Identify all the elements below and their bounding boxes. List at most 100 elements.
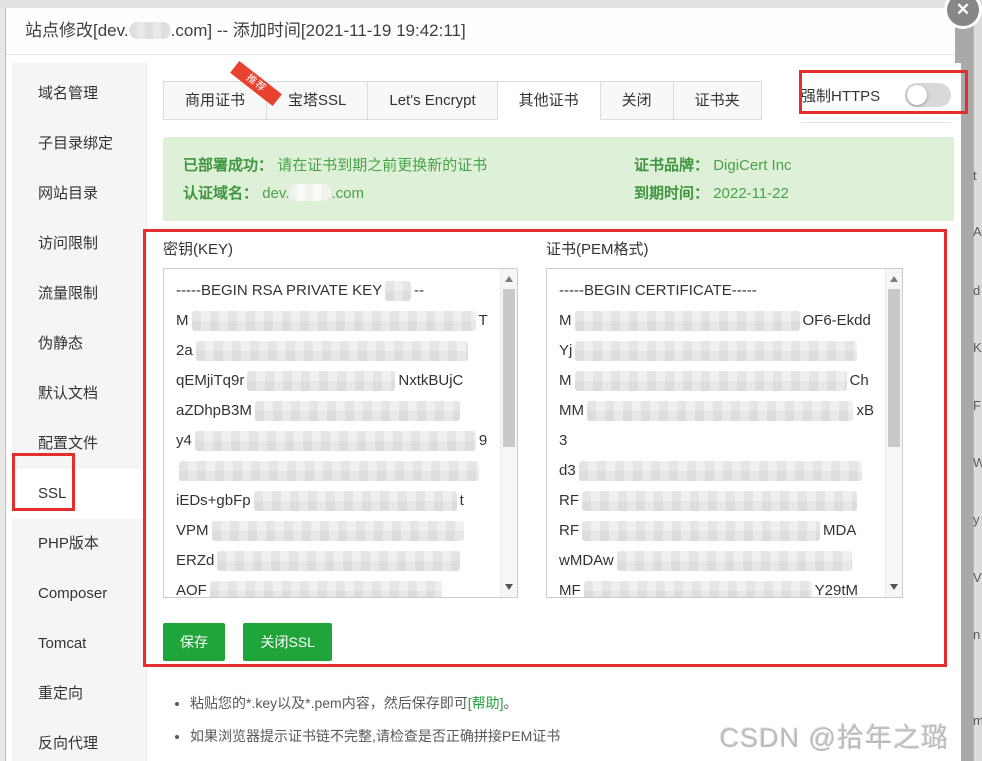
sidebar-item-composer[interactable]: Composer [12,569,146,619]
toggle-knob-icon [907,85,927,105]
pem-line-text: M [559,312,572,329]
censor-blur [209,581,442,597]
censor-blur [217,551,461,571]
censor-blur [253,491,457,511]
key-line-text: -----BEGIN RSA PRIVATE KEY [176,282,383,299]
edge-text-fragment: A [973,224,982,239]
censor-blur [195,341,468,361]
pem-line-text: RF [559,492,579,509]
tab-lets-encrypt[interactable]: Let's Encrypt [367,81,498,120]
sidebar-item-rewrite[interactable]: 伪静态 [12,319,146,369]
edge-text-fragment: y [973,512,980,527]
edge-text-fragment: n [973,627,981,642]
censor-blur [211,521,464,541]
censored-domain-blur [128,22,171,39]
edge-text-fragment: W [973,455,982,470]
deploy-status-banner: 已部署成功： 请在证书到期之前更换新的证书 认证域名： dev. .com 证书品… [163,137,954,221]
censor-blur [616,551,852,571]
sidebar-item-reverse-proxy[interactable]: 反向代理 [12,719,146,761]
sidebar-item-tomcat[interactable]: Tomcat [12,619,146,669]
key-line-text: aZDhpB3M [176,402,252,419]
close-ssl-button[interactable]: 关闭SSL [243,623,332,661]
sidebar-item-redirect[interactable]: 重定向 [12,669,146,719]
censored-domain-blur [289,184,332,201]
key-label: 密钥(KEY) [163,241,234,258]
censor-blur [578,461,862,481]
censor-blur [587,401,854,421]
edge-text-fragment: m [973,713,982,728]
save-button[interactable]: 保存 [163,623,225,661]
key-line-text: qEMjiTq9r [176,372,245,389]
scrollbar-thumb[interactable] [503,289,515,447]
key-line-text: M [176,312,189,329]
page-scrollbar-strip[interactable] [973,0,982,761]
action-buttons: 保存 关闭SSL [163,623,961,661]
ssl-panel: 商用证书 推荐 宝塔SSL Let's Encrypt 其他证书 关闭 证书夹 … [147,60,961,761]
textarea-scrollbar[interactable] [885,269,902,597]
censor-blur [583,581,812,597]
site-edit-dialog: 站点修改[dev. .com] -- 添加时间[2021-11-19 19:42:… [6,8,961,761]
dialog-title: 站点修改[dev. .com] -- 添加时间[2021-11-19 19:42:… [6,8,955,55]
pem-line-text: Y29tM [814,582,859,598]
private-key-textarea[interactable]: -----BEGIN RSA PRIVATE KEY -- M T 2a qEMji… [163,268,518,598]
dialog-title-prefix: 站点修改[dev. [25,21,129,40]
censor-blur [191,311,476,331]
scroll-down-icon[interactable] [890,584,898,590]
edge-text-fragment: V [973,570,982,585]
pem-label: 证书(PEM格式) [546,241,649,258]
pem-line-text: Yj [559,342,573,359]
force-https-toggle[interactable] [905,83,951,107]
sidebar-item-site-directory[interactable]: 网站目录 [12,169,146,219]
sidebar-item-ssl[interactable]: SSL [12,469,146,519]
sidebar-item-access-limit[interactable]: 访问限制 [12,219,146,269]
cert-brand-label: 证书品牌： [634,157,710,174]
scroll-down-icon[interactable] [505,584,513,590]
sidebar-item-php-version[interactable]: PHP版本 [12,519,146,569]
sidebar-item-config-file[interactable]: 配置文件 [12,419,146,469]
textarea-scrollbar[interactable] [500,269,517,597]
censor-blur [254,401,460,421]
censor-blur [247,371,396,391]
note-suffix: 。 [503,695,518,711]
pem-line-text: 3 [559,432,568,449]
censor-blur [194,431,476,451]
tab-baota-ssl[interactable]: 宝塔SSL [266,81,369,120]
scroll-up-icon[interactable] [890,276,898,282]
note-text: 如果浏览器提示证书链不完整,请检查是否正确拼接PEM证书 [190,728,561,744]
key-line-text: t [459,492,464,509]
scroll-up-icon[interactable] [505,276,513,282]
expire-time-value: 2022-11-22 [713,185,789,202]
sidebar: 域名管理 子目录绑定 网站目录 访问限制 流量限制 伪静态 默认文档 配置文件 … [12,63,147,761]
sidebar-item-traffic-limit[interactable]: 流量限制 [12,269,146,319]
help-link[interactable]: [帮助] [468,695,504,711]
key-line-text: T [478,312,488,329]
censor-blur [179,461,479,481]
censor-blur [575,341,858,361]
auth-domain-suffix: .com [331,185,364,202]
pem-line-text: -----BEGIN CERTIFICATE----- [559,282,757,299]
tab-label: 商用证书 [185,92,246,109]
pem-line-text: MDA [823,522,857,539]
tab-cert-folder[interactable]: 证书夹 [672,81,762,120]
pem-line-text: RF [559,522,579,539]
tab-commercial-cert[interactable]: 商用证书 推荐 [163,60,282,120]
tab-other-cert[interactable]: 其他证书 [496,81,601,120]
key-line-text: 9 [478,432,488,449]
certificate-pem-textarea[interactable]: -----BEGIN CERTIFICATE----- M OF6-Ekdd Yj… [546,268,903,598]
sidebar-item-default-doc[interactable]: 默认文档 [12,369,146,419]
deployed-label: 已部署成功： [183,157,274,174]
scrollbar-thumb[interactable] [888,289,900,447]
expire-time-label: 到期时间： [634,185,710,202]
sidebar-item-domain-manage[interactable]: 域名管理 [12,69,146,119]
key-line-text: iEDs+gbFp [176,492,251,509]
key-line-text: y4 [176,432,192,449]
edge-text-fragment: K [973,340,982,355]
force-https-block: 强制HTTPS [801,83,951,123]
tab-close[interactable]: 关闭 [599,81,674,120]
key-line-text: ERZd [176,552,215,569]
censor-blur [582,491,857,511]
edge-text-fragment: t [973,168,977,183]
sidebar-item-subdir-bind[interactable]: 子目录绑定 [12,119,146,169]
note-text: 粘贴您的*.key以及*.pem内容，然后保存即可 [190,695,468,711]
note-item: 粘贴您的*.key以及*.pem内容，然后保存即可[帮助]。 [190,693,961,713]
